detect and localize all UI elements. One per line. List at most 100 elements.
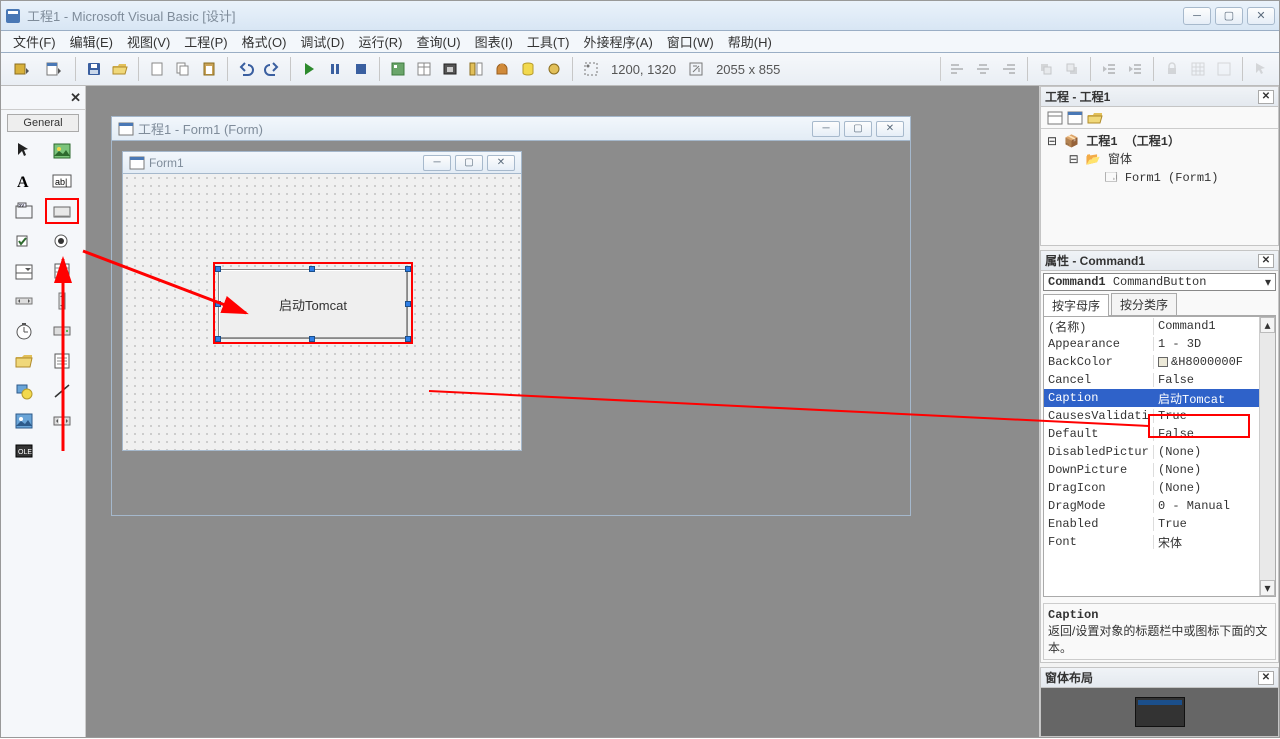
view-object-icon[interactable]: [1067, 110, 1083, 126]
toolbox-close[interactable]: ✕: [1, 86, 85, 110]
menu-help[interactable]: 帮助(H): [722, 30, 778, 53]
prop-row-cancel[interactable]: CancelFalse: [1044, 371, 1275, 389]
sel-handle[interactable]: [215, 301, 221, 307]
form-min-button[interactable]: ─: [423, 155, 451, 171]
menu-file[interactable]: 文件(F): [7, 30, 62, 53]
component-button[interactable]: [542, 57, 566, 81]
listbox-tool[interactable]: [45, 258, 79, 284]
properties-window-button[interactable]: [412, 57, 436, 81]
prop-row-causesvalidati[interactable]: CausesValidatiTrue: [1044, 407, 1275, 425]
run-button[interactable]: [297, 57, 321, 81]
optionbutton-tool[interactable]: [45, 228, 79, 254]
pointer-tool[interactable]: [7, 138, 41, 164]
project-explorer-button[interactable]: [386, 57, 410, 81]
send-back-button[interactable]: [1060, 57, 1084, 81]
menu-project[interactable]: 工程(P): [178, 30, 233, 53]
prop-row-dragicon[interactable]: DragIcon(None): [1044, 479, 1275, 497]
bring-front-button[interactable]: [1034, 57, 1058, 81]
grid-button[interactable]: [1186, 57, 1210, 81]
prop-row-appearance[interactable]: Appearance1 - 3D: [1044, 335, 1275, 353]
snap-button[interactable]: [1212, 57, 1236, 81]
undo-button[interactable]: [234, 57, 258, 81]
form-layout-button[interactable]: [438, 57, 462, 81]
line-tool[interactable]: [45, 378, 79, 404]
close-button[interactable]: ✕: [1247, 7, 1275, 25]
prop-row-backcolor[interactable]: BackColor&H8000000F: [1044, 353, 1275, 371]
timer-tool[interactable]: [7, 318, 41, 344]
dirlistbox-tool[interactable]: [7, 348, 41, 374]
shape-tool[interactable]: [7, 378, 41, 404]
menu-addins[interactable]: 外接程序(A): [577, 30, 658, 53]
toolbox-button[interactable]: [490, 57, 514, 81]
menu-query[interactable]: 查询(U): [411, 30, 467, 53]
pointer-button[interactable]: [1249, 57, 1273, 81]
textbox-tool[interactable]: ab|: [45, 168, 79, 194]
open-button[interactable]: [108, 57, 132, 81]
props-tab-alpha[interactable]: 按字母序: [1043, 294, 1109, 316]
menu-edit[interactable]: 编辑(E): [64, 30, 119, 53]
toolbox-tab-general[interactable]: General: [7, 114, 79, 132]
view-code-icon[interactable]: [1047, 110, 1063, 126]
props-tab-category[interactable]: 按分类序: [1111, 293, 1177, 315]
indent-button[interactable]: [1123, 57, 1147, 81]
redo-button[interactable]: [260, 57, 284, 81]
align-center-button[interactable]: [971, 57, 995, 81]
commandbutton-tool[interactable]: [45, 198, 79, 224]
project-panel-close[interactable]: ✕: [1258, 90, 1274, 104]
form-close-button[interactable]: ✕: [487, 155, 515, 171]
properties-object-combo[interactable]: Command1 CommandButton ▾: [1043, 273, 1276, 291]
design-max-button[interactable]: ▢: [844, 121, 872, 137]
prop-row-font[interactable]: Font宋体: [1044, 533, 1275, 551]
sel-handle[interactable]: [215, 336, 221, 342]
sel-handle[interactable]: [309, 336, 315, 342]
prop-row-disabledpictur[interactable]: DisabledPictur(None): [1044, 443, 1275, 461]
combobox-tool[interactable]: [7, 258, 41, 284]
new-project-button[interactable]: [145, 57, 169, 81]
add-form-dropdown[interactable]: [39, 57, 69, 81]
vscrollbar-tool[interactable]: [45, 288, 79, 314]
prop-row-downpicture[interactable]: DownPicture(None): [1044, 461, 1275, 479]
formlayout-close[interactable]: ✕: [1258, 671, 1274, 685]
menu-window[interactable]: 窗口(W): [661, 30, 720, 53]
menu-run[interactable]: 运行(R): [352, 30, 408, 53]
ole-tool[interactable]: OLE: [7, 438, 41, 464]
sel-handle[interactable]: [215, 266, 221, 272]
properties-panel-close[interactable]: ✕: [1258, 254, 1274, 268]
scroll-up-icon[interactable]: ▴: [1260, 317, 1275, 333]
drivelistbox-tool[interactable]: [45, 318, 79, 344]
prop-row-caption[interactable]: Caption启动Tomcat: [1044, 389, 1275, 407]
command1-button[interactable]: 启动Tomcat: [218, 269, 408, 339]
checkbox-tool[interactable]: [7, 228, 41, 254]
minimize-button[interactable]: ─: [1183, 7, 1211, 25]
prop-row-default[interactable]: DefaultFalse: [1044, 425, 1275, 443]
sel-handle[interactable]: [309, 266, 315, 272]
scroll-down-icon[interactable]: ▾: [1260, 580, 1275, 596]
data-tool[interactable]: [45, 408, 79, 434]
label-tool[interactable]: A: [7, 168, 41, 194]
design-close-button[interactable]: ✕: [876, 121, 904, 137]
align-right-button[interactable]: [997, 57, 1021, 81]
outdent-button[interactable]: [1097, 57, 1121, 81]
align-left-button[interactable]: [945, 57, 969, 81]
filelistbox-tool[interactable]: [45, 348, 79, 374]
add-project-dropdown[interactable]: [7, 57, 37, 81]
form-window[interactable]: Form1 ─ ▢ ✕ 启动Tomcat: [122, 151, 522, 451]
sel-handle[interactable]: [405, 301, 411, 307]
object-browser-button[interactable]: [464, 57, 488, 81]
copy-button[interactable]: [171, 57, 195, 81]
frame-tool[interactable]: xv: [7, 198, 41, 224]
menu-tools[interactable]: 工具(T): [521, 30, 576, 53]
menu-format[interactable]: 格式(O): [236, 30, 293, 53]
maximize-button[interactable]: ▢: [1215, 7, 1243, 25]
menu-view[interactable]: 视图(V): [121, 30, 176, 53]
save-button[interactable]: [82, 57, 106, 81]
properties-scrollbar[interactable]: ▴ ▾: [1259, 317, 1275, 596]
picturebox-tool[interactable]: [45, 138, 79, 164]
prop-row-[interactable]: (名称)Command1: [1044, 317, 1275, 335]
menu-diagram[interactable]: 图表(I): [469, 30, 519, 53]
menu-debug[interactable]: 调试(D): [294, 30, 350, 53]
pause-button[interactable]: [323, 57, 347, 81]
sel-handle[interactable]: [405, 336, 411, 342]
hscrollbar-tool[interactable]: [7, 288, 41, 314]
form-max-button[interactable]: ▢: [455, 155, 483, 171]
